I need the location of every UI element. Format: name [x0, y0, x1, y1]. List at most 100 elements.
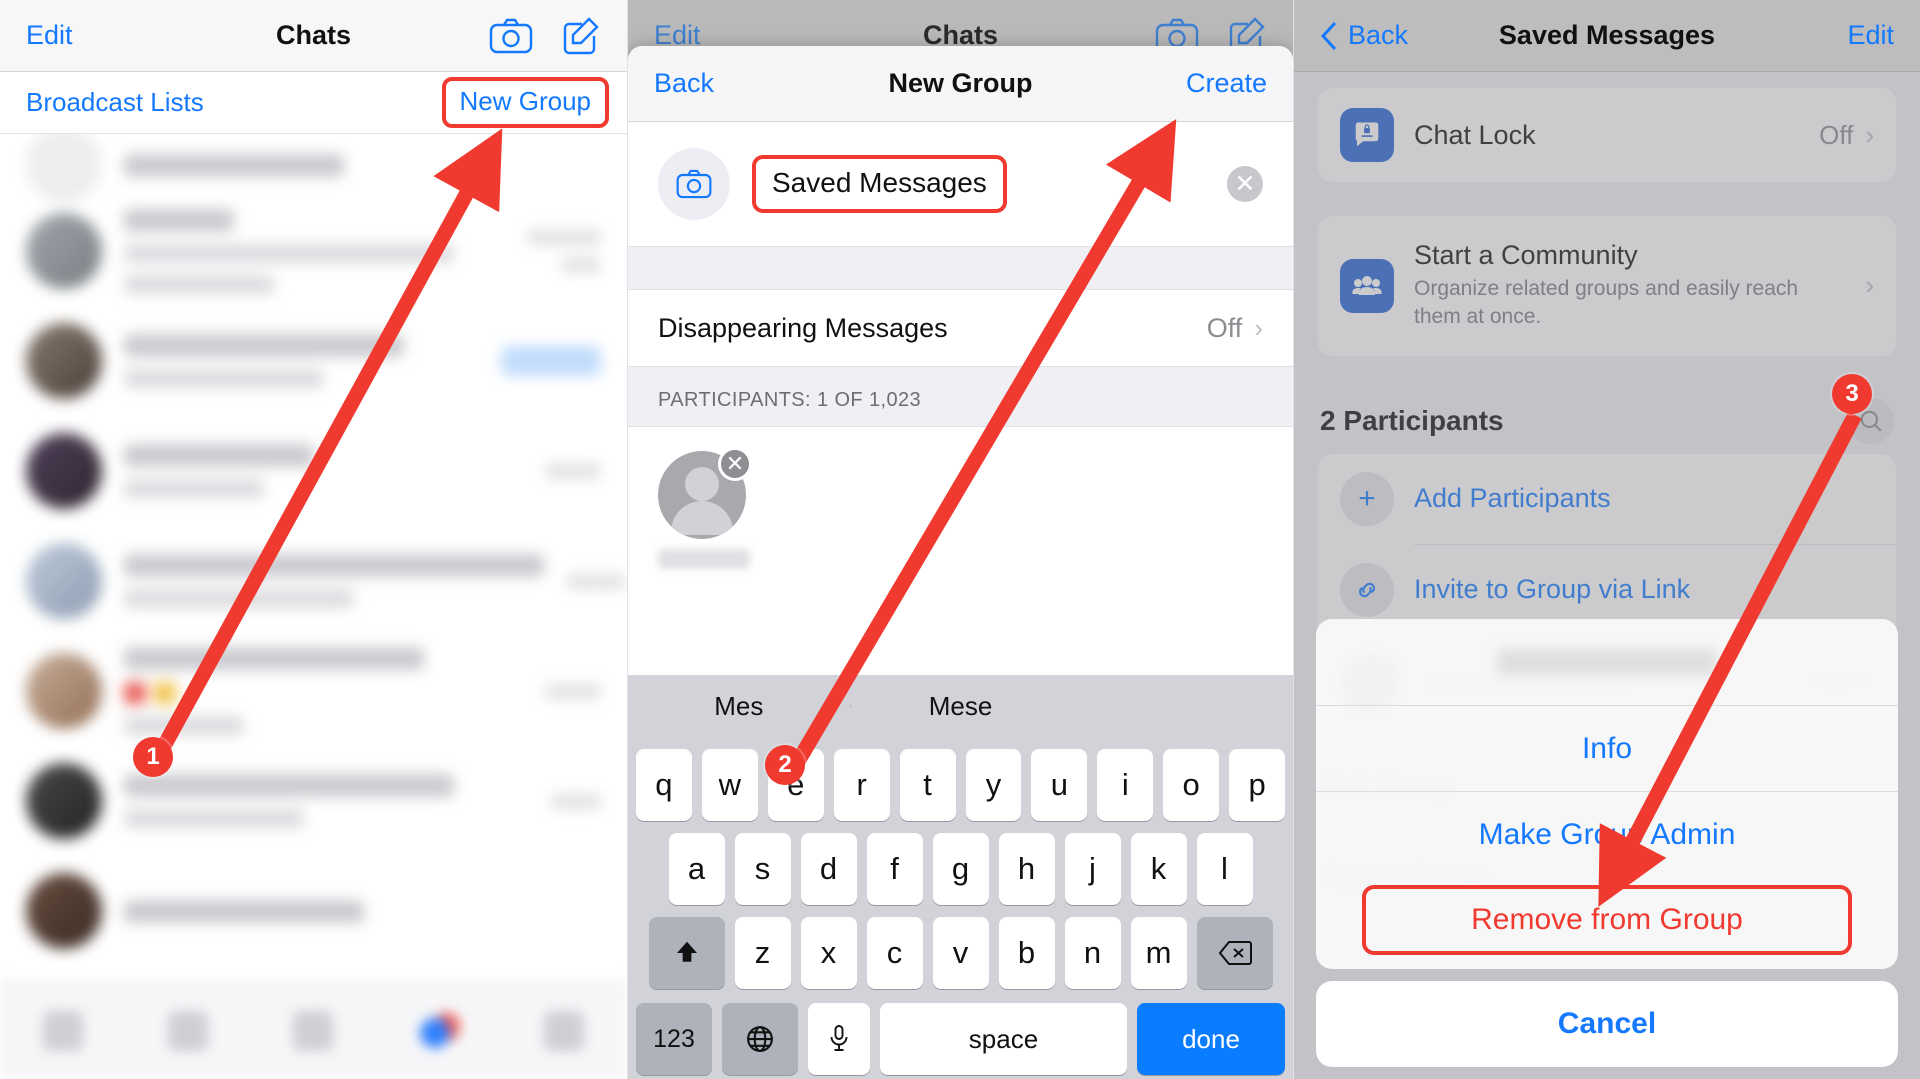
key-g[interactable]: g [932, 833, 989, 905]
start-community-card[interactable]: Start a Community Organize related group… [1318, 216, 1896, 356]
panel-group-info: Back Saved Messages Edit Chat Lock Off ›… [1293, 0, 1920, 1079]
disappearing-messages-value: Off [1206, 312, 1243, 343]
create-button[interactable]: Create [1186, 68, 1267, 99]
tab-status-icon[interactable] [42, 1010, 83, 1051]
key-i[interactable]: i [1097, 749, 1154, 821]
chat-lock-card: Chat Lock Off › [1318, 88, 1896, 182]
bottom-tab-bar[interactable] [0, 981, 627, 1079]
list-item[interactable] [0, 746, 627, 856]
prediction-item[interactable]: Mes [628, 691, 850, 722]
list-item[interactable] [0, 127, 627, 203]
new-group-sheet: Back New Group Create Saved Messages ✕ D… [628, 46, 1293, 1079]
key-p[interactable]: p [1229, 749, 1286, 821]
add-participants-row[interactable]: + Add Participants [1318, 454, 1896, 544]
key-n[interactable]: n [1064, 917, 1121, 989]
key-a[interactable]: a [668, 833, 725, 905]
compose-icon[interactable] [561, 16, 601, 56]
right-navbar: Back Saved Messages Edit [1294, 0, 1920, 72]
chat-lock-value: Off [1819, 119, 1854, 150]
key-v[interactable]: v [932, 917, 989, 989]
tab-settings-icon[interactable] [544, 1010, 585, 1051]
key-m[interactable]: m [1130, 917, 1187, 989]
new-group-button[interactable]: New Group [441, 77, 609, 128]
keyboard-row-3: z x c v b n m [628, 917, 1293, 989]
key-j[interactable]: j [1064, 833, 1121, 905]
key-x[interactable]: x [800, 917, 857, 989]
participant-chip[interactable]: ✕ [658, 447, 752, 569]
make-group-admin-button[interactable]: Make Group Admin [1316, 791, 1898, 877]
clear-circle-icon[interactable]: ✕ [1227, 166, 1263, 202]
shift-icon[interactable] [648, 917, 725, 989]
invite-link-label: Invite to Group via Link [1414, 574, 1691, 605]
participant-action-sheet: Info Make Group Admin Remove from Group … [1316, 619, 1898, 1067]
tab-communities-icon[interactable] [293, 1010, 334, 1051]
start-community-row[interactable]: Start a Community Organize related group… [1318, 216, 1896, 356]
key-t[interactable]: t [899, 749, 956, 821]
chevron-right-icon: › [1865, 119, 1874, 150]
prediction-bar: Mes Mese [628, 675, 1293, 737]
key-h[interactable]: h [998, 833, 1055, 905]
prediction-item[interactable]: Mese [849, 691, 1072, 722]
participants-count: 2 Participants [1320, 404, 1504, 436]
group-photo-button[interactable] [658, 148, 730, 220]
chat-lock-row[interactable]: Chat Lock Off › [1318, 88, 1896, 182]
back-label: Back [1348, 20, 1409, 50]
numbers-key[interactable]: 123 [636, 1003, 712, 1075]
key-b[interactable]: b [998, 917, 1055, 989]
key-r[interactable]: r [833, 749, 890, 821]
key-d[interactable]: d [800, 833, 857, 905]
remove-participant-icon[interactable]: ✕ [718, 447, 752, 481]
key-y[interactable]: y [965, 749, 1022, 821]
key-w[interactable]: w [701, 749, 758, 821]
key-f[interactable]: f [866, 833, 923, 905]
done-key[interactable]: done [1137, 1003, 1285, 1075]
back-button[interactable]: Back [1320, 20, 1408, 51]
list-item[interactable] [0, 416, 627, 526]
microphone-icon[interactable] [808, 1003, 870, 1075]
panel-chats-list: Edit Chats Broadcast Lists New Group [0, 0, 627, 1079]
community-people-icon [1340, 258, 1394, 313]
tab-calls-icon[interactable] [168, 1010, 209, 1051]
section-gap [628, 246, 1293, 290]
screenshot-root: Edit Chats Broadcast Lists New Group Edi… [0, 0, 1920, 1079]
key-k[interactable]: k [1130, 833, 1187, 905]
space-key[interactable]: space [880, 1003, 1127, 1075]
key-q[interactable]: q [635, 749, 692, 821]
remove-from-group-button[interactable]: Remove from Group [1362, 885, 1852, 955]
add-participants-label: Add Participants [1414, 483, 1611, 514]
broadcast-lists-label[interactable]: Broadcast Lists [26, 87, 204, 118]
camera-icon[interactable] [489, 18, 533, 54]
list-item[interactable] [0, 636, 627, 746]
key-c[interactable]: c [866, 917, 923, 989]
chevron-left-icon [1320, 21, 1337, 50]
group-name-input[interactable]: Saved Messages [752, 155, 1007, 213]
key-u[interactable]: u [1031, 749, 1088, 821]
key-s[interactable]: s [734, 833, 791, 905]
participants-header: 2 Participants [1294, 372, 1920, 454]
broadcast-lists-row[interactable]: Broadcast Lists New Group [0, 72, 627, 134]
key-z[interactable]: z [734, 917, 791, 989]
globe-icon[interactable] [722, 1003, 798, 1075]
backspace-icon[interactable] [1196, 917, 1273, 989]
list-item[interactable] [0, 856, 627, 966]
info-button[interactable]: Info [1316, 705, 1898, 791]
lock-chat-icon [1340, 108, 1394, 162]
list-item[interactable] [0, 526, 627, 636]
search-icon[interactable] [1848, 397, 1894, 444]
key-e[interactable]: e [767, 749, 824, 821]
start-community-subtitle: Organize related groups and easily reach… [1414, 277, 1799, 329]
disappearing-messages-row[interactable]: Disappearing Messages Off › [628, 290, 1293, 366]
on-screen-keyboard[interactable]: Mes Mese q w e r t y u i o p a s d f g h… [628, 675, 1293, 1079]
cancel-button[interactable]: Cancel [1316, 981, 1898, 1067]
list-item[interactable] [0, 306, 627, 416]
group-info-body: Chat Lock Off › Start a Community Organi… [1294, 72, 1920, 1079]
key-o[interactable]: o [1163, 749, 1220, 821]
camera-icon [676, 169, 712, 199]
back-button[interactable]: Back [654, 68, 714, 99]
list-item[interactable] [0, 196, 627, 306]
edit-button[interactable]: Edit [1847, 20, 1894, 51]
edit-button[interactable]: Edit [26, 20, 73, 51]
key-l[interactable]: l [1196, 833, 1253, 905]
chat-list [0, 127, 627, 966]
tab-chats-icon[interactable] [418, 1010, 459, 1051]
